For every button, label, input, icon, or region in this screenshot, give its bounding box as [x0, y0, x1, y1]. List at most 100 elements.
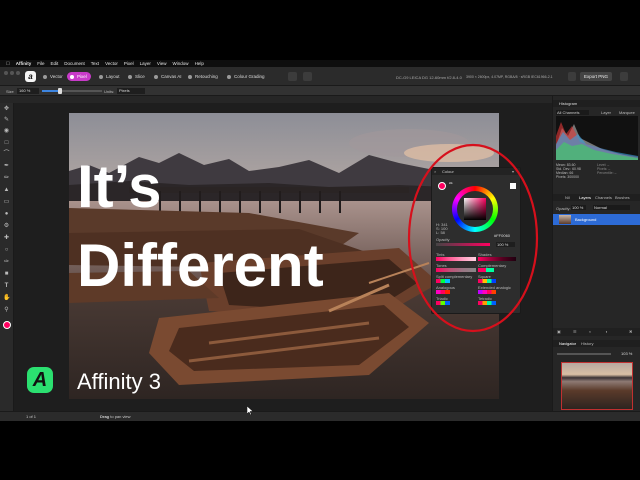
more-options-button[interactable]: [620, 72, 628, 81]
add-layer-icon[interactable]: ☰: [573, 329, 577, 334]
add-mask-icon[interactable]: ◐: [589, 329, 591, 334]
marquee-icon[interactable]: □: [3, 140, 10, 147]
histogram-panel-header: Histogram: [553, 100, 640, 107]
layer-opacity-field[interactable]: 100 %: [571, 205, 586, 210]
export-png-button[interactable]: Export PNG: [580, 72, 612, 81]
arrange-button[interactable]: [303, 72, 312, 81]
right-panels: Histogram All Channels Layer Marquee Mea…: [552, 96, 640, 417]
clone-icon[interactable]: ⚙: [3, 223, 10, 230]
eyedropper-icon[interactable]: ✏: [3, 175, 10, 182]
affinity-logo-glyph: A: [32, 369, 48, 391]
menu-help[interactable]: Help: [195, 61, 204, 66]
retouching-persona-icon: [188, 74, 192, 79]
vector-persona-icon: [43, 74, 47, 79]
histogram-pixels: Pixels: 300000: [556, 175, 579, 179]
text-icon[interactable]: T: [3, 283, 10, 290]
menu-layer[interactable]: Layer: [140, 61, 151, 66]
persona-slice[interactable]: Slice: [125, 72, 149, 81]
primary-colour-swatch[interactable]: [3, 321, 11, 329]
size-field[interactable]: 160 %: [17, 88, 39, 94]
zoom-icon[interactable]: ⚲: [3, 307, 10, 314]
healing-icon[interactable]: ✚: [3, 235, 10, 242]
share-button[interactable]: [568, 72, 576, 81]
histogram-graph: [556, 116, 638, 160]
units-select[interactable]: Pixels: [117, 88, 145, 94]
size-slider[interactable]: [42, 88, 102, 94]
brush-icon[interactable]: ✒: [3, 163, 10, 170]
status-bar: 1 of 1 Drag to pan view: [0, 411, 640, 421]
histogram-channel-select[interactable]: All Channels: [556, 110, 589, 115]
navigator-preview[interactable]: [561, 362, 633, 410]
tab-channels[interactable]: Channels: [595, 195, 612, 200]
histogram-marquee-toggle[interactable]: Marquee: [619, 110, 635, 115]
persona-pixel[interactable]: Pixel: [67, 72, 91, 81]
menu-edit[interactable]: Edit: [51, 61, 59, 66]
status-hint-action: Drag: [100, 414, 110, 419]
pen-icon[interactable]: ✑: [3, 259, 10, 266]
navigator-zoom-slider[interactable]: [557, 353, 611, 355]
menu-affinity[interactable]: Affinity: [16, 61, 32, 66]
eraser-icon[interactable]: ▭: [3, 199, 10, 206]
persona-colour-grading[interactable]: Colour Grading: [224, 72, 269, 81]
menu-window[interactable]: Window: [173, 61, 189, 66]
navigator-title[interactable]: Navigator: [559, 341, 576, 346]
page-indicator: 1 of 1: [26, 414, 37, 419]
flood-select-icon[interactable]: ◉: [3, 128, 10, 135]
dodge-icon[interactable]: ●: [3, 211, 10, 218]
fill-icon[interactable]: ▲: [3, 187, 10, 194]
layer-row[interactable]: Background: [553, 214, 640, 225]
blend-mode-select[interactable]: Normal: [593, 205, 630, 210]
layers-footer: ▣ ☰ ◐ ◑ ✖: [553, 328, 640, 336]
adjustment-icon[interactable]: ◑: [605, 329, 607, 334]
hand-icon[interactable]: ✋: [3, 295, 10, 302]
menu-vector[interactable]: Vector: [105, 61, 118, 66]
tools-panel: ✥ ✎ ◉ □ ⌒ ✒ ✏ ▲ ▭ ● ⚙ ✚ ○ ✑ ■ T ✋ ⚲: [0, 103, 14, 411]
headline-line-1: It’s: [77, 153, 162, 220]
history-tab[interactable]: History: [581, 341, 593, 346]
move-icon[interactable]: ✥: [3, 106, 10, 113]
mac-menubar:  Affinity File Edit Document Text Vecto…: [0, 60, 640, 67]
shape-icon[interactable]: ■: [3, 271, 10, 278]
tab-brushes[interactable]: Brushes: [615, 195, 630, 200]
persona-vector[interactable]: Vector: [40, 72, 67, 81]
selection-brush-icon[interactable]: ✎: [3, 117, 10, 124]
persona-canvas-ai[interactable]: Canvas AI: [151, 72, 186, 81]
layer-name: Background: [575, 217, 597, 222]
slice-persona-icon: [128, 74, 132, 79]
colour-grading-persona-icon: [227, 74, 231, 79]
minimize-window-button[interactable]: [10, 71, 14, 75]
persona-retouching[interactable]: Retouching: [185, 72, 222, 81]
menu-document[interactable]: Document: [64, 61, 85, 66]
size-slider-thumb[interactable]: [58, 88, 62, 94]
tab-nil[interactable]: Nil: [565, 195, 570, 200]
histogram-percentile: Percentile: –: [597, 171, 617, 175]
tab-layers[interactable]: Layers: [579, 195, 591, 200]
status-hint-text: to pan view: [110, 414, 131, 419]
menu-text[interactable]: Text: [91, 61, 99, 66]
window-controls: [4, 71, 24, 75]
menu-view[interactable]: View: [157, 61, 167, 66]
layer-opacity-label: Opacity:: [556, 206, 571, 211]
blemish-icon[interactable]: ○: [3, 247, 10, 254]
main-toolbar: a Vector Pixel Layout Slice Canvas AI Re…: [0, 67, 640, 86]
menu-pixel[interactable]: Pixel: [124, 61, 134, 66]
delete-layer-icon[interactable]: ✖: [629, 329, 632, 334]
app-logo-icon[interactable]: a: [25, 71, 36, 82]
crop-icon[interactable]: ⌒: [3, 151, 10, 158]
layout-persona-icon: [99, 74, 103, 79]
histogram-title: Histogram: [559, 101, 578, 106]
zoom-window-button[interactable]: [16, 71, 20, 75]
layer-fx-icon[interactable]: ▣: [557, 329, 561, 334]
apple-icon[interactable]: : [6, 61, 10, 67]
persona-layout[interactable]: Layout: [96, 72, 124, 81]
menu-file[interactable]: File: [37, 61, 44, 66]
affinity-logo: A: [27, 367, 53, 393]
assistant-button[interactable]: [288, 72, 297, 81]
affinity-brand-name: Affinity 3: [77, 369, 161, 394]
histogram-layer-toggle[interactable]: Layer: [601, 110, 611, 115]
close-window-button[interactable]: [4, 71, 8, 75]
mouse-cursor-icon: [247, 406, 253, 415]
navigator-zoom-field[interactable]: 103 %: [621, 351, 632, 356]
navigator-header: Navigator History: [553, 340, 640, 347]
headline-line-2: Different: [77, 232, 324, 299]
